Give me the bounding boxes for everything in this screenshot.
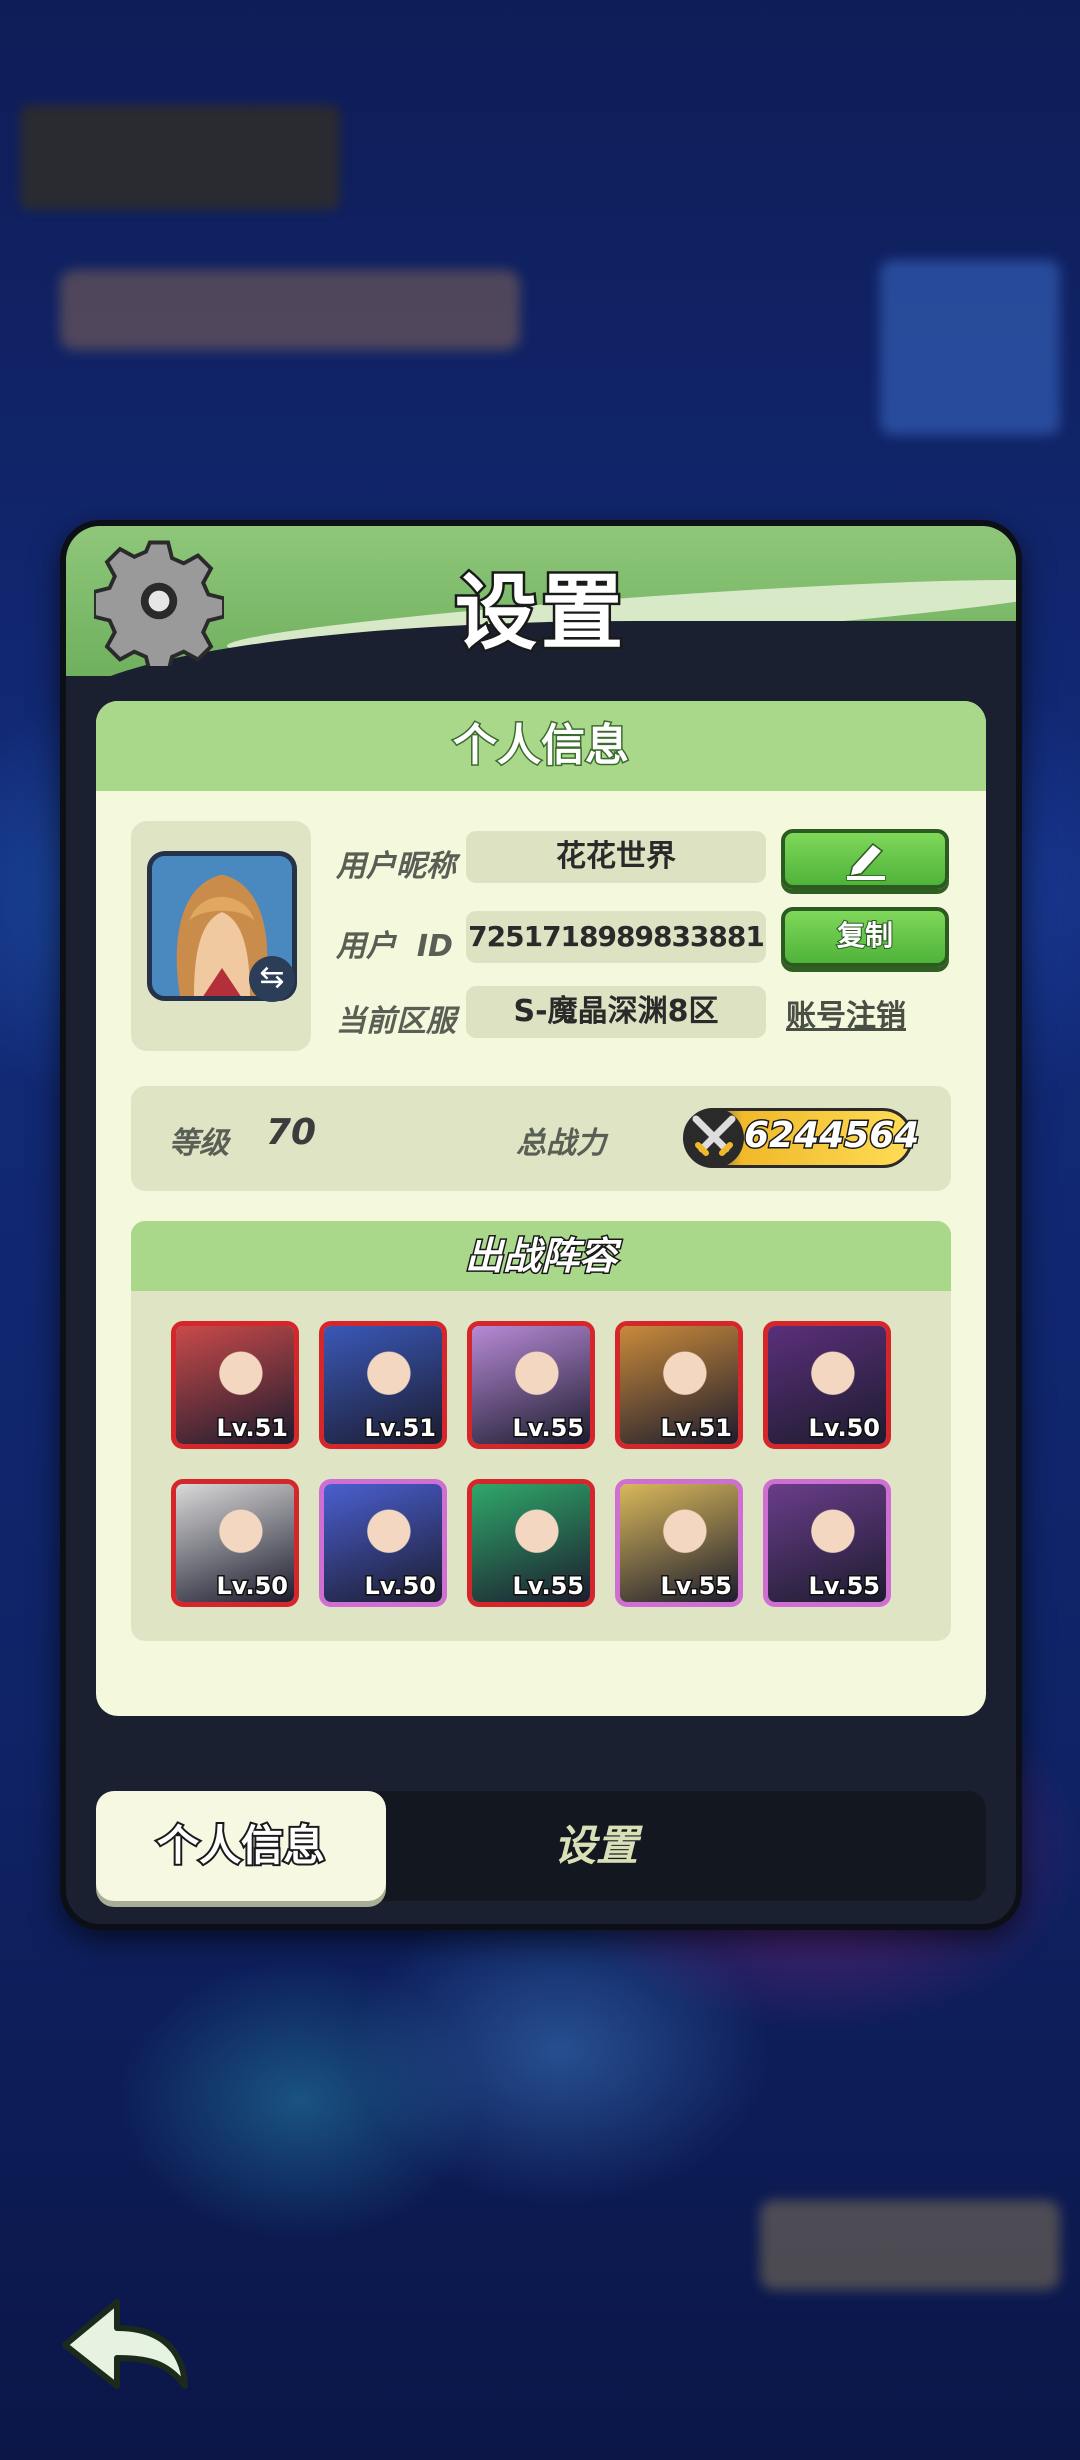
back-arrow-icon[interactable]: [55, 2290, 195, 2400]
dialog-title: 设置: [452, 564, 627, 664]
background-minimap: [880, 260, 1060, 435]
hero-level: Lv.50: [215, 1571, 289, 1602]
server-value: S-魔晶深渊8区: [466, 986, 766, 1038]
power-badge: 6244564: [683, 1108, 921, 1168]
hero-card[interactable]: Lv.50: [171, 1479, 299, 1607]
hero-level: Lv.50: [807, 1413, 881, 1444]
lineup-header: 出战阵容: [131, 1221, 951, 1291]
copy-id-button[interactable]: 复制: [781, 907, 949, 967]
power-label: 总战力: [516, 1126, 606, 1161]
hero-level: Lv.51: [363, 1413, 437, 1444]
background-icon-row: [60, 270, 520, 350]
personal-info-card: 个人信息 ⇆ 用户昵称 花花世界 用户 ID 7251718989833881 …: [96, 701, 986, 1716]
hero-level: Lv.50: [363, 1571, 437, 1602]
hero-level: Lv.55: [807, 1571, 881, 1602]
power-value: 6244564: [742, 1114, 920, 1158]
hero-card[interactable]: Lv.51: [171, 1321, 299, 1449]
tab-personal-info[interactable]: 个人信息: [96, 1791, 386, 1901]
stats-row: 等级 70 总战力 6244564: [131, 1086, 951, 1191]
tab-bar: 个人信息 设置: [96, 1791, 986, 1901]
userid-value: 7251718989833881: [466, 911, 766, 963]
battle-lineup: 出战阵容 Lv.51 Lv.51 Lv.55 Lv.51 Lv.50 Lv.50 Lv.50…: [131, 1221, 951, 1641]
delete-account-link[interactable]: 账号注销: [786, 991, 906, 1035]
edit-nickname-button[interactable]: [781, 829, 949, 889]
tab-settings[interactable]: 设置: [496, 1791, 696, 1901]
hero-card[interactable]: Lv.55: [763, 1479, 891, 1607]
hero-level: Lv.51: [215, 1413, 289, 1444]
personal-info-header: 个人信息: [96, 701, 986, 791]
swap-avatar-icon[interactable]: ⇆: [249, 956, 295, 1002]
nickname-value: 花花世界: [466, 831, 766, 883]
hero-level: Lv.51: [659, 1413, 733, 1444]
hero-card[interactable]: Lv.55: [467, 1321, 595, 1449]
avatar-box[interactable]: ⇆: [131, 821, 311, 1051]
hero-card[interactable]: Lv.55: [615, 1479, 743, 1607]
hero-card[interactable]: Lv.51: [615, 1321, 743, 1449]
hero-level: Lv.55: [511, 1413, 585, 1444]
level-value: 70: [266, 1112, 317, 1153]
hero-level: Lv.55: [659, 1571, 733, 1602]
hero-card[interactable]: Lv.55: [467, 1479, 595, 1607]
hero-card[interactable]: Lv.51: [319, 1321, 447, 1449]
level-label: 等级: [169, 1126, 229, 1161]
settings-dialog: 设置 个人信息 ⇆ 用户昵称 花花世界 用户 ID 72517189898338…: [60, 520, 1022, 1930]
background-player-bar: [20, 105, 340, 210]
hero-card[interactable]: Lv.50: [319, 1479, 447, 1607]
pencil-icon: [846, 842, 886, 881]
nickname-label: 用户昵称: [336, 849, 456, 884]
hero-level: Lv.55: [511, 1571, 585, 1602]
crossed-swords-icon: [684, 1108, 744, 1168]
background-notice: [760, 2200, 1060, 2290]
hero-card[interactable]: Lv.50: [763, 1321, 891, 1449]
server-label: 当前区服: [336, 1004, 456, 1039]
userid-label: 用户 ID: [336, 929, 453, 964]
